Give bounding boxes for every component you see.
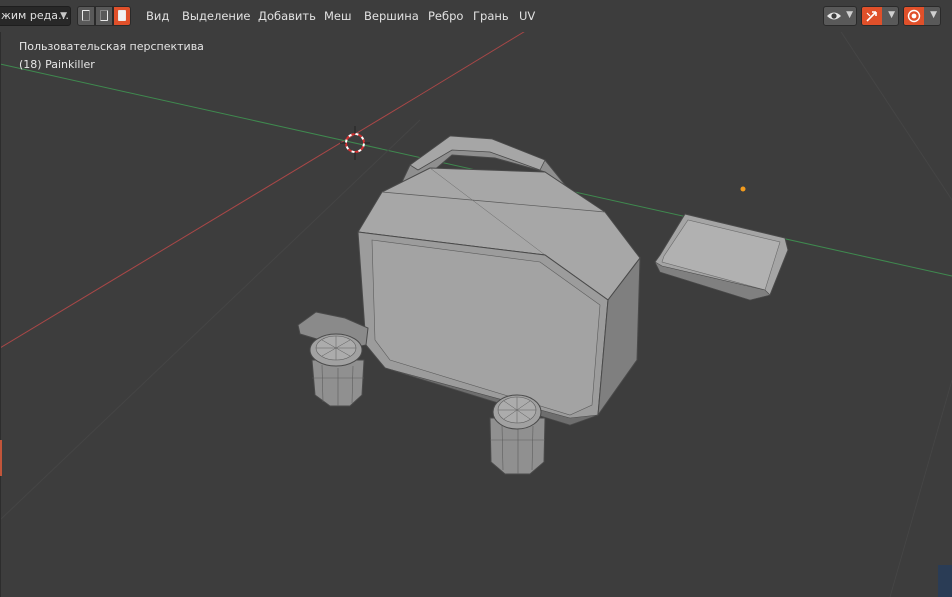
menu-edge[interactable]: Ребро	[428, 8, 463, 24]
vertex-select-button[interactable]	[77, 6, 95, 26]
menu-vertex[interactable]: Вершина	[364, 8, 419, 24]
object-origin-dot[interactable]	[740, 186, 746, 192]
edge-select-button[interactable]	[95, 6, 113, 26]
toolbar-tab[interactable]	[0, 440, 2, 476]
active-object-label: (18) Painkiller	[19, 58, 95, 71]
visibility-dropdown[interactable]: ▼	[823, 6, 857, 26]
viewport-info: Пользовательская перспектива (18) Painki…	[19, 38, 204, 74]
3d-viewport[interactable]: Пользовательская перспектива (18) Painki…	[0, 0, 952, 597]
jar-mesh-left[interactable]	[309, 333, 365, 407]
viewport-header: жим реда… ▼ Вид Выделение Добавить Меш В…	[0, 0, 952, 32]
chevron-down-icon: ▼	[888, 10, 895, 20]
case-mesh[interactable]	[357, 135, 641, 426]
chevron-down-icon: ▼	[60, 11, 67, 21]
menu-add[interactable]: Добавить	[258, 8, 316, 24]
mode-label: жим реда…	[1, 9, 69, 22]
face-select-button[interactable]	[113, 6, 131, 26]
perspective-label: Пользовательская перспектива	[19, 40, 204, 53]
eye-icon	[827, 12, 841, 20]
mode-dropdown[interactable]: жим реда… ▼	[0, 6, 71, 26]
chevron-down-icon: ▼	[930, 10, 937, 20]
menu-select[interactable]: Выделение	[182, 8, 251, 24]
grid-line	[0, 119, 421, 521]
menu-face[interactable]: Грань	[473, 8, 509, 24]
edge-select-icon	[100, 10, 108, 21]
jar-mesh-right[interactable]	[489, 394, 546, 475]
menu-view[interactable]: Вид	[146, 8, 169, 24]
gizmo-arrow-icon	[866, 11, 877, 22]
menu-mesh[interactable]: Меш	[324, 8, 352, 24]
overlay-sphere-icon	[907, 9, 921, 23]
menu-uv[interactable]: UV	[519, 8, 535, 24]
region-border	[0, 32, 1, 597]
scene-canvas[interactable]	[0, 0, 952, 597]
face-select-icon	[118, 10, 126, 21]
chevron-down-icon: ▼	[846, 10, 853, 20]
x-axis-line	[0, 94, 421, 349]
overlays-dropdown[interactable]: ▼	[903, 6, 941, 26]
gizmo-dropdown[interactable]: ▼	[861, 6, 899, 26]
tablet-mesh[interactable]	[654, 213, 789, 301]
vertex-select-icon	[82, 10, 90, 21]
navigation-gizmo-corner[interactable]	[938, 565, 952, 597]
